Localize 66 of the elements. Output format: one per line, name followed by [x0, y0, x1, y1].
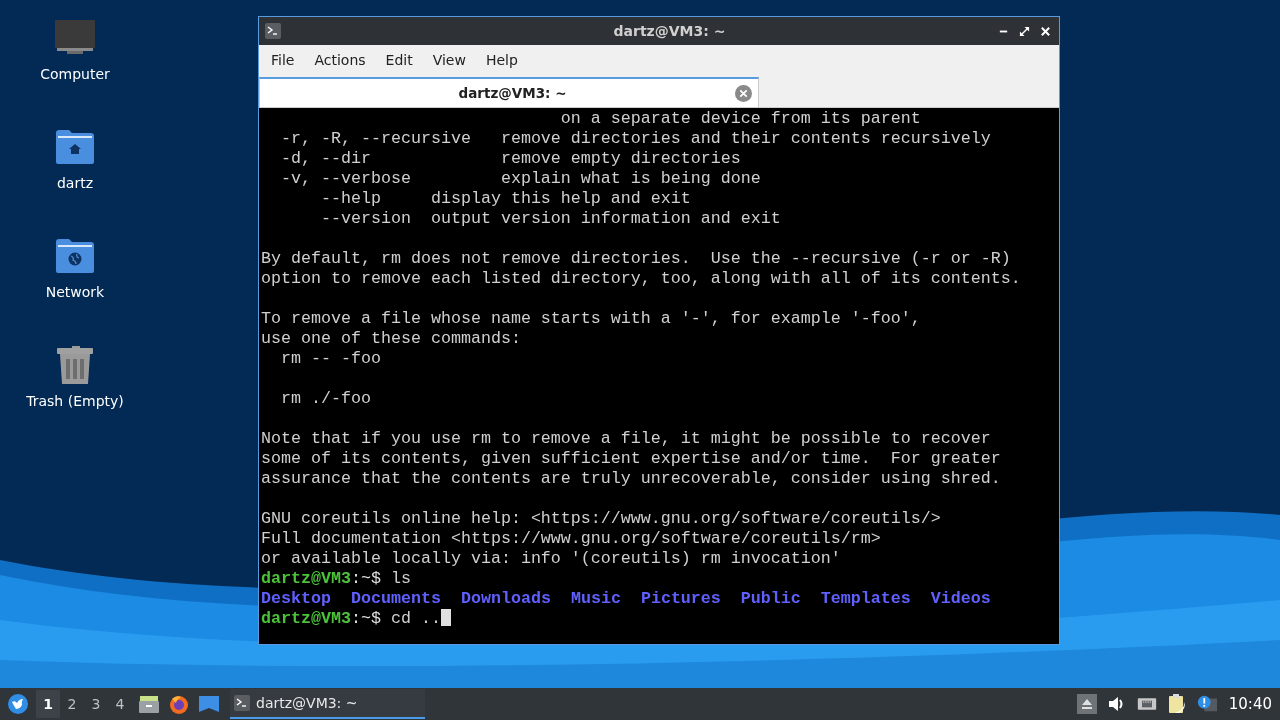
terminal-icon	[234, 695, 250, 711]
icon-label[interactable]: Network	[45, 284, 105, 300]
terminal-line: GNU coreutils online help: <https://www.gnu.org/software/coreutils/>	[261, 509, 941, 528]
terminal-tab[interactable]: dartz@VM3: ~	[259, 77, 759, 107]
menu-item[interactable]: Actions	[304, 52, 376, 68]
start-menu-icon[interactable]	[8, 694, 28, 714]
terminal-line: -r, -R, --recursive remove directories and their contents recursively	[280, 129, 991, 148]
maximize-icon[interactable]	[1019, 25, 1030, 37]
show-desktop-icon[interactable]	[198, 693, 220, 715]
icon-label[interactable]: Computer	[40, 66, 110, 82]
terminal-line: By default, rm does not remove directories. Use the --recursive (-r or -R)	[261, 249, 1011, 268]
menu-item[interactable]: File	[261, 52, 305, 68]
directory-name: Music	[570, 589, 621, 608]
directory-name: Public	[740, 589, 801, 608]
directory-name: Desktop	[261, 589, 331, 608]
terminal-line: option to remove each listed directory, too, along with all of its contents.	[261, 269, 1021, 288]
terminal-line: -d, --dir remove empty directories	[280, 149, 741, 168]
workspace-button[interactable]: 2	[60, 690, 84, 718]
clipboard-icon[interactable]	[1166, 694, 1187, 714]
workspace-button[interactable]: 1	[36, 690, 60, 718]
directory-name: Pictures	[640, 589, 721, 608]
terminal-line: To remove a file whose name starts with a '-', for example '-foo',	[261, 309, 921, 328]
tab-title: dartz@VM3: ~	[457, 85, 568, 101]
prompt-user: dartz@VM3	[261, 609, 351, 628]
terminal-line: assurance that the contents are truly unrecoverable, consider using shred.	[261, 469, 1001, 488]
notification-icon[interactable]	[1196, 694, 1217, 714]
prompt-user: dartz@VM3	[261, 569, 351, 588]
terminal-line: Note that if you use rm to remove a file, it might be possible to recover	[261, 429, 991, 448]
task-label: dartz@VM3: ~	[256, 695, 358, 711]
workspace-button[interactable]: 3	[84, 690, 108, 718]
directory-name: Documents	[350, 589, 441, 608]
menu-item[interactable]: View	[422, 52, 476, 68]
terminal-line: some of its contents, given sufficient expertise and/or time. For greater	[261, 449, 1001, 468]
terminal-line: rm ./-foo	[280, 389, 371, 408]
terminal-line: rm -- -foo	[280, 349, 381, 368]
menu-item[interactable]: Edit	[375, 52, 423, 68]
prompt-path: :~$	[350, 569, 381, 588]
task-button[interactable]: dartz@VM3: ~	[230, 689, 425, 719]
command-text: cd ..	[389, 609, 441, 628]
directory-name: Templates	[820, 589, 911, 608]
trash-icon[interactable]	[55, 345, 95, 385]
icon-label[interactable]: Trash (Empty)	[26, 393, 124, 409]
directory-name: Downloads	[460, 589, 551, 608]
window-title: dartz@VM3: ~	[612, 23, 727, 39]
browser-icon[interactable]	[168, 693, 190, 715]
prompt-path: :~$	[350, 609, 381, 628]
terminal-line: on a separate device from its parent	[559, 109, 921, 128]
terminal-line: Full documentation <https://www.gnu.org/software/coreutils/rm>	[261, 529, 881, 548]
home-folder-icon[interactable]	[55, 127, 95, 167]
terminal-line: or available locally via: info '(coreutils) rm invocation'	[261, 549, 841, 568]
terminal-line: use one of these commands:	[261, 329, 521, 348]
file-cabinet-icon[interactable]	[138, 693, 160, 715]
directory-name: Videos	[930, 589, 991, 608]
close-tab-icon[interactable]	[735, 84, 752, 102]
menu-item[interactable]: Help	[475, 52, 528, 68]
icon-label[interactable]: dartz	[56, 175, 94, 191]
terminal-line: --version output version information and exit	[319, 209, 781, 228]
terminal-icon	[265, 23, 281, 39]
workspace-button[interactable]: 4	[108, 690, 132, 718]
clock[interactable]: 10:40	[1228, 695, 1272, 713]
command-text: ls	[389, 569, 411, 588]
terminal-line: -v, --verbose explain what is being done	[280, 169, 761, 188]
network-folder-icon[interactable]	[55, 236, 95, 276]
close-icon[interactable]	[1040, 25, 1051, 37]
eject-icon[interactable]	[1076, 694, 1097, 714]
terminal-line: --help display this help and exit	[319, 189, 691, 208]
